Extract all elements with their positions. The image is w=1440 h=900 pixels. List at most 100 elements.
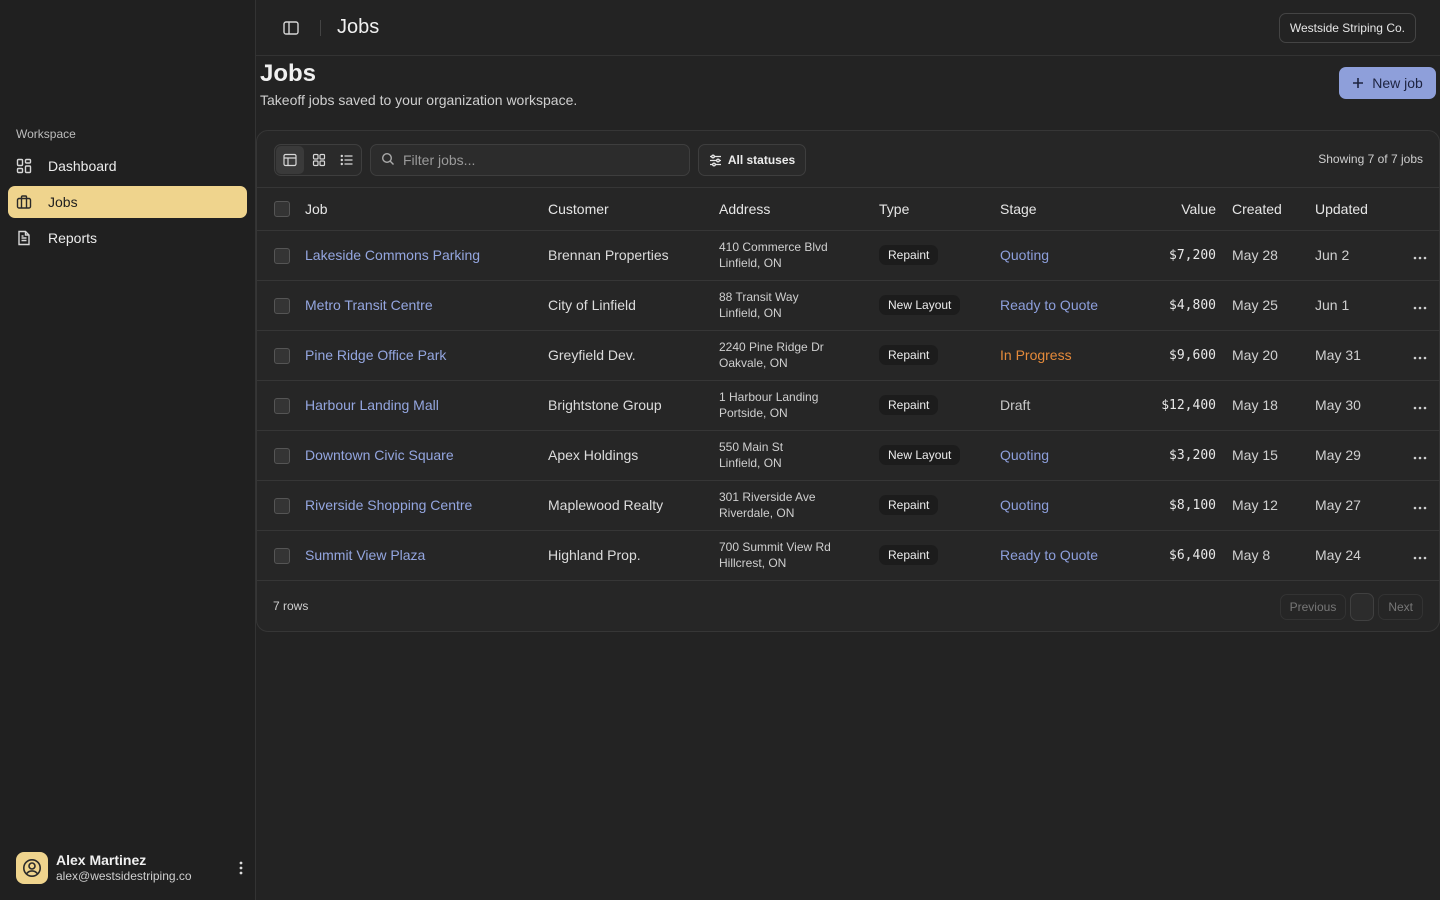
column-header-type[interactable]: Type <box>879 188 1000 231</box>
address-line-2: Riverdale, ON <box>719 506 795 520</box>
row-actions-icon[interactable] <box>1401 530 1439 581</box>
row-actions-icon[interactable] <box>1401 230 1439 281</box>
row-actions-icon[interactable] <box>1401 330 1439 381</box>
row-checkbox[interactable] <box>274 547 290 564</box>
job-name-link[interactable]: Pine Ridge Office Park <box>305 347 446 363</box>
row-checkbox[interactable] <box>274 397 290 414</box>
created-cell: May 8 <box>1232 530 1315 581</box>
user-profile[interactable]: Alex Martinez alex@westsidestriping.co <box>16 850 248 886</box>
sidebar-item-dashboard[interactable]: Dashboard <box>8 150 247 182</box>
table-row[interactable]: Lakeside Commons Parking Brennan Properti… <box>257 230 1439 281</box>
created-cell: May 20 <box>1232 330 1315 381</box>
customer-cell: Brennan Properties <box>548 230 719 281</box>
created-cell: May 25 <box>1232 280 1315 331</box>
type-badge: Repaint <box>879 395 939 415</box>
rows-count: 7 rows <box>273 599 309 613</box>
view-switcher <box>274 144 362 176</box>
table-row[interactable]: Harbour Landing Mall Brightstone Group 1 H… <box>257 380 1439 431</box>
sidebar-toggle-icon[interactable] <box>282 19 300 37</box>
value-cell: $9,600 <box>1145 330 1232 381</box>
column-header-value[interactable]: Value <box>1145 188 1232 231</box>
job-name-link[interactable]: Summit View Plaza <box>305 547 425 563</box>
column-header-created[interactable]: Created <box>1232 188 1315 231</box>
job-name-link[interactable]: Lakeside Commons Parking <box>305 247 480 263</box>
status-filter-button[interactable]: All statuses <box>698 144 806 176</box>
created-cell: May 18 <box>1232 380 1315 431</box>
table-footer: 7 rows Previous Next <box>257 593 1439 633</box>
previous-page-button[interactable]: Previous <box>1279 594 1347 620</box>
customer-cell: Maplewood Realty <box>548 480 719 531</box>
briefcase-icon <box>16 194 32 210</box>
table-toolbar: All statuses Showing 7 of 7 jobs <box>257 131 1439 188</box>
current-page-indicator[interactable] <box>1350 593 1375 621</box>
table-row[interactable]: Pine Ridge Office Park Greyfield Dev. 2240… <box>257 330 1439 381</box>
value-cell: $7,200 <box>1145 230 1232 281</box>
row-checkbox[interactable] <box>274 247 290 264</box>
topbar: Jobs Westside Striping Co. <box>256 0 1440 56</box>
address-line-2: Hillcrest, ON <box>719 556 787 570</box>
sidebar-item-reports[interactable]: Reports <box>8 222 247 254</box>
sidebar-nav: Dashboard Jobs Reports <box>8 150 247 258</box>
filter-jobs-field[interactable] <box>370 144 690 176</box>
organization-switcher[interactable]: Westside Striping Co. <box>1278 13 1416 43</box>
address-line-2: Linfield, ON <box>719 306 782 320</box>
sidebar-item-label: Jobs <box>48 194 78 210</box>
sidebar-item-jobs[interactable]: Jobs <box>8 186 247 218</box>
table-row[interactable]: Metro Transit Centre City of Linfield 88 T… <box>257 280 1439 331</box>
customer-cell: Apex Holdings <box>548 430 719 481</box>
column-header-stage[interactable]: Stage <box>1000 188 1145 231</box>
customer-cell: Greyfield Dev. <box>548 330 719 381</box>
table-view-icon[interactable] <box>276 146 304 174</box>
type-badge: Repaint <box>879 545 939 565</box>
next-page-button[interactable]: Next <box>1378 594 1423 620</box>
stage-cell: Quoting <box>1000 230 1145 281</box>
value-cell: $3,200 <box>1145 430 1232 481</box>
created-cell: May 15 <box>1232 430 1315 481</box>
grid-view-icon[interactable] <box>305 146 333 174</box>
type-badge: Repaint <box>879 345 939 365</box>
address-line-1: 301 Riverside Ave <box>719 490 816 504</box>
topbar-title: Jobs <box>337 16 380 38</box>
value-cell: $6,400 <box>1145 530 1232 581</box>
address-line-2: Linfield, ON <box>719 456 782 470</box>
column-header-job[interactable]: Job <box>305 188 548 231</box>
filter-jobs-input[interactable] <box>403 152 683 168</box>
updated-cell: Jun 1 <box>1315 280 1401 331</box>
more-vertical-icon[interactable] <box>234 861 248 875</box>
plus-icon <box>1352 77 1364 89</box>
column-header-address[interactable]: Address <box>719 188 879 231</box>
row-checkbox[interactable] <box>274 347 290 364</box>
file-text-icon <box>16 230 32 246</box>
type-badge: New Layout <box>879 295 961 315</box>
select-all-checkbox[interactable] <box>274 201 290 218</box>
row-actions-icon[interactable] <box>1401 280 1439 331</box>
address-line-1: 88 Transit Way <box>719 290 799 304</box>
row-actions-icon[interactable] <box>1401 380 1439 431</box>
table-row[interactable]: Summit View Plaza Highland Prop. 700 Summi… <box>257 530 1439 581</box>
new-job-button[interactable]: New job <box>1339 67 1436 99</box>
sidebar: Workspace Dashboard Jobs Reports Alex Ma… <box>0 0 256 900</box>
created-cell: May 28 <box>1232 230 1315 281</box>
table-row[interactable]: Downtown Civic Square Apex Holdings 550 Ma… <box>257 430 1439 481</box>
page-title: Jobs <box>260 60 317 87</box>
sidebar-item-label: Reports <box>48 230 98 246</box>
job-name-link[interactable]: Metro Transit Centre <box>305 297 433 313</box>
row-checkbox[interactable] <box>274 447 290 464</box>
column-header-updated[interactable]: Updated <box>1315 188 1401 231</box>
list-view-icon[interactable] <box>333 146 361 174</box>
job-name-link[interactable]: Downtown Civic Square <box>305 447 454 463</box>
stage-cell: Ready to Quote <box>1000 530 1145 581</box>
type-badge: Repaint <box>879 245 939 265</box>
row-actions-icon[interactable] <box>1401 430 1439 481</box>
row-checkbox[interactable] <box>274 497 290 514</box>
showing-count: Showing 7 of 7 jobs <box>1318 152 1423 166</box>
table-row[interactable]: Riverside Shopping Centre Maplewood Realt… <box>257 480 1439 531</box>
column-header-customer[interactable]: Customer <box>548 188 719 231</box>
row-actions-icon[interactable] <box>1401 480 1439 531</box>
new-job-label: New job <box>1372 75 1423 91</box>
job-name-link[interactable]: Riverside Shopping Centre <box>305 497 472 513</box>
row-checkbox[interactable] <box>274 297 290 314</box>
status-filter-label: All statuses <box>727 153 796 167</box>
stage-cell: In Progress <box>1000 330 1145 381</box>
job-name-link[interactable]: Harbour Landing Mall <box>305 397 439 413</box>
